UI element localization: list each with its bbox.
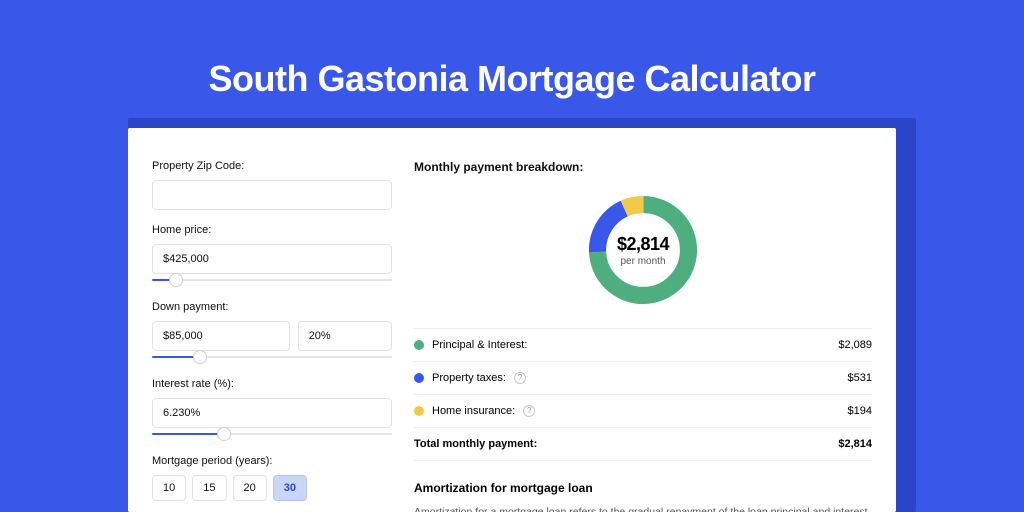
page-title: South Gastonia Mortgage Calculator [0,0,1024,100]
slider-track [152,279,392,281]
breakdown-column: Monthly payment breakdown: $2,814 per mo… [414,152,872,512]
amortization-title: Amortization for mortgage loan [414,481,872,495]
slider-fill [152,433,224,435]
breakdown-row-pt: Property taxes:? $531 [414,362,872,395]
home-price-label: Home price: [152,224,392,236]
donut-chart: $2,814 per month [583,190,703,310]
down-payment-pct-input[interactable] [298,321,392,351]
slider-thumb[interactable] [193,350,207,364]
breakdown-row-hi: Home insurance:? $194 [414,395,872,428]
zip-label: Property Zip Code: [152,160,392,172]
legend-dot-hi [414,406,424,416]
donut-center-amount: $2,814 [617,234,669,255]
breakdown-row-pi: Principal & Interest: $2,089 [414,329,872,362]
breakdown-label: Principal & Interest: [432,339,527,351]
breakdown-total-row: Total monthly payment: $2,814 [414,428,872,461]
period-option-15[interactable]: 15 [192,475,226,501]
breakdown-label: Property taxes: [432,372,506,384]
breakdown-value: $2,089 [838,339,872,351]
form-column: Property Zip Code: Home price: Down paym… [152,152,392,512]
breakdown-label: Home insurance: [432,405,515,417]
home-price-input[interactable] [152,244,392,274]
down-payment-input[interactable] [152,321,290,351]
total-value: $2,814 [838,438,872,450]
interest-input[interactable] [152,398,392,428]
interest-label: Interest rate (%): [152,378,392,390]
down-payment-label: Down payment: [152,301,392,313]
help-icon[interactable]: ? [514,372,526,384]
period-segmented: 1015 2030 [152,475,392,501]
period-option-30[interactable]: 30 [273,475,307,501]
interest-slider[interactable] [152,427,392,441]
breakdown-value: $194 [848,405,872,417]
help-icon[interactable]: ? [523,405,535,417]
amortization-text: Amortization for a mortgage loan refers … [414,505,872,512]
legend-dot-pi [414,340,424,350]
period-label: Mortgage period (years): [152,455,392,467]
period-option-10[interactable]: 10 [152,475,186,501]
donut-chart-wrap: $2,814 per month [414,174,872,329]
donut-center-sub: per month [620,256,665,267]
legend-dot-pt [414,373,424,383]
zip-input[interactable] [152,180,392,210]
slider-thumb[interactable] [217,427,231,441]
period-option-20[interactable]: 20 [233,475,267,501]
slider-thumb[interactable] [169,273,183,287]
calculator-card: Property Zip Code: Home price: Down paym… [128,128,896,512]
total-label: Total monthly payment: [414,438,537,450]
home-price-slider[interactable] [152,273,392,287]
breakdown-title: Monthly payment breakdown: [414,160,872,174]
breakdown-value: $531 [848,372,872,384]
down-payment-slider[interactable] [152,350,392,364]
